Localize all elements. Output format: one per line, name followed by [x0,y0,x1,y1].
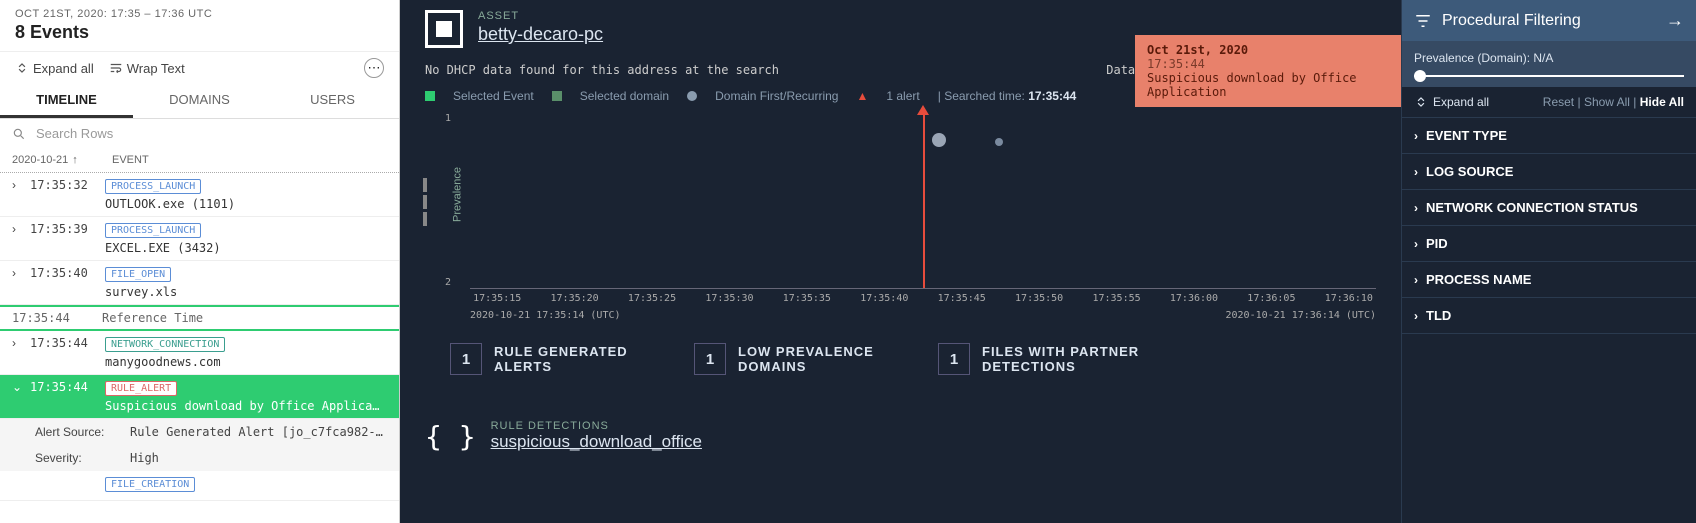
col-date[interactable]: 2020-10-21 [12,154,68,166]
prevalence-chart[interactable]: Prevalence 1 2 2020-10-21 17:35:14 (UTC)… [445,108,1376,323]
hide-all-link[interactable]: Hide All [1640,95,1684,109]
chevron-right-icon: › [12,178,30,192]
event-tag: PROCESS_LAUNCH [105,223,201,238]
chevron-right-icon: › [1414,165,1418,179]
timeline-row[interactable]: › 17:35:44 NETWORK_CONNECTIONmanygoodnew… [0,331,399,375]
chevron-right-icon: › [1414,273,1418,287]
timeline-row[interactable]: › 17:35:32 PROCESS_LAUNCHOUTLOOK.exe (11… [0,173,399,217]
chevron-right-icon: › [1414,237,1418,251]
prevalence-label: Prevalence (Domain): N/A [1414,51,1684,65]
expand-all-button[interactable]: Expand all [1414,95,1489,109]
chevron-right-icon: › [1414,129,1418,143]
chevron-right-icon: › [1414,309,1418,323]
asset-chip-icon [425,10,463,48]
filter-facet[interactable]: ›PROCESS NAME [1402,262,1696,298]
x-tick: 17:35:45 [938,293,986,304]
timeline-row[interactable]: FILE_CREATION [0,471,399,501]
stat-label: LOW PREVALENCE DOMAINS [738,344,898,374]
event-tag: FILE_OPEN [105,267,171,282]
event-tag: PROCESS_LAUNCH [105,179,201,194]
chevron-right-icon: › [12,336,30,350]
x-tick: 17:35:15 [473,293,521,304]
x-tick: 17:35:30 [705,293,753,304]
event-tag: RULE_ALERT [105,381,177,396]
filter-facet[interactable]: ›EVENT TYPE [1402,118,1696,154]
x-tick: 17:35:50 [1015,293,1063,304]
timeline-row[interactable]: › 17:35:40 FILE_OPENsurvey.xls [0,261,399,305]
tab-timeline[interactable]: TIMELINE [0,84,133,118]
reset-link[interactable]: Reset [1543,95,1574,109]
event-tag: FILE_CREATION [105,477,195,492]
timerange: OCT 21ST, 2020: 17:35 – 17:36 UTC [15,8,384,20]
chevron-down-icon: ⌄ [12,380,30,394]
alert-detail: Alert Source:Rule Generated Alert [jo_c7… [0,419,399,445]
stat-card[interactable]: 1 FILES WITH PARTNER DETECTIONS [938,343,1142,375]
x-axis: 2020-10-21 17:35:14 (UTC) 2020-10-21 17:… [470,288,1376,323]
x-tick: 17:35:25 [628,293,676,304]
tab-domains[interactable]: DOMAINS [133,84,266,118]
show-all-link[interactable]: Show All [1584,95,1630,109]
timeline-row[interactable]: › 17:35:39 PROCESS_LAUNCHEXCEL.EXE (3432… [0,217,399,261]
stat-number: 1 [938,343,970,375]
filter-facet[interactable]: ›TLD [1402,298,1696,334]
more-menu-icon[interactable]: ⋯ [364,58,384,78]
timeline-rows: › 17:35:32 PROCESS_LAUNCHOUTLOOK.exe (11… [0,173,399,523]
alert-marker-line [923,113,925,288]
asset-label: ASSET [478,10,603,22]
chart-point[interactable] [995,138,1003,146]
x-tick: 17:35:35 [783,293,831,304]
x-tick: 17:35:40 [860,293,908,304]
stat-card[interactable]: 1 RULE GENERATED ALERTS [450,343,654,375]
col-event: EVENT [112,154,149,166]
alert-triangle-icon [917,105,929,115]
tab-users[interactable]: USERS [266,84,399,118]
x-tick: 17:36:00 [1170,293,1218,304]
filter-facet[interactable]: ›LOG SOURCE [1402,154,1696,190]
stat-card[interactable]: 1 LOW PREVALENCE DOMAINS [694,343,898,375]
chart-tooltip: Oct 21st, 2020 17:35:44 Suspicious downl… [1135,35,1401,107]
collapse-arrow-icon[interactable]: → [1666,10,1684,31]
event-count: 8 Events [15,22,384,43]
filter-icon [1414,12,1432,30]
center-panel: ASSET betty-decaro-pc Oct 21st, 2020 17:… [400,0,1401,523]
rule-name-link[interactable]: suspicious_download_office [491,432,702,452]
search-icon [12,127,26,141]
event-tag: NETWORK_CONNECTION [105,337,225,352]
stat-label: RULE GENERATED ALERTS [494,344,654,374]
rule-braces-icon: { } [425,420,476,453]
filter-facet[interactable]: ›PID [1402,226,1696,262]
x-tick: 17:36:05 [1247,293,1295,304]
chart-point[interactable] [932,133,946,147]
alert-detail: Severity:High [0,445,399,471]
wrap-text-button[interactable]: Wrap Text [109,61,185,76]
stat-number: 1 [450,343,482,375]
chevron-right-icon: › [1414,201,1418,215]
right-panel: Procedural Filtering → Prevalence (Domai… [1401,0,1696,523]
legend-alert-icon: ▲ [856,89,868,103]
stat-label: FILES WITH PARTNER DETECTIONS [982,344,1142,374]
resize-handle-icon[interactable] [423,178,429,228]
stat-number: 1 [694,343,726,375]
chevron-right-icon: › [12,222,30,236]
sort-arrow-icon[interactable]: ↑ [72,154,78,166]
legend-selected-domain-icon [552,91,562,101]
expand-all-button[interactable]: Expand all [15,61,94,76]
filter-facet[interactable]: ›NETWORK CONNECTION STATUS [1402,190,1696,226]
timeline-row-alert[interactable]: ⌄ 17:35:44 RULE_ALERTSuspicious download… [0,375,399,419]
x-tick: 17:35:20 [551,293,599,304]
x-tick: 17:35:55 [1092,293,1140,304]
left-panel: OCT 21ST, 2020: 17:35 – 17:36 UTC 8 Even… [0,0,400,523]
chevron-right-icon: › [12,266,30,280]
asset-name-link[interactable]: betty-decaro-pc [478,24,603,45]
rule-section-label: RULE DETECTIONS [491,420,702,432]
legend-selected-event-icon [425,91,435,101]
legend-domain-first-icon [687,91,697,101]
prevalence-slider[interactable] [1414,75,1684,77]
search-input[interactable] [34,125,387,142]
right-panel-title: Procedural Filtering [1442,12,1581,30]
x-tick: 17:36:10 [1325,293,1373,304]
reference-time-row: 17:35:44Reference Time [0,305,399,331]
